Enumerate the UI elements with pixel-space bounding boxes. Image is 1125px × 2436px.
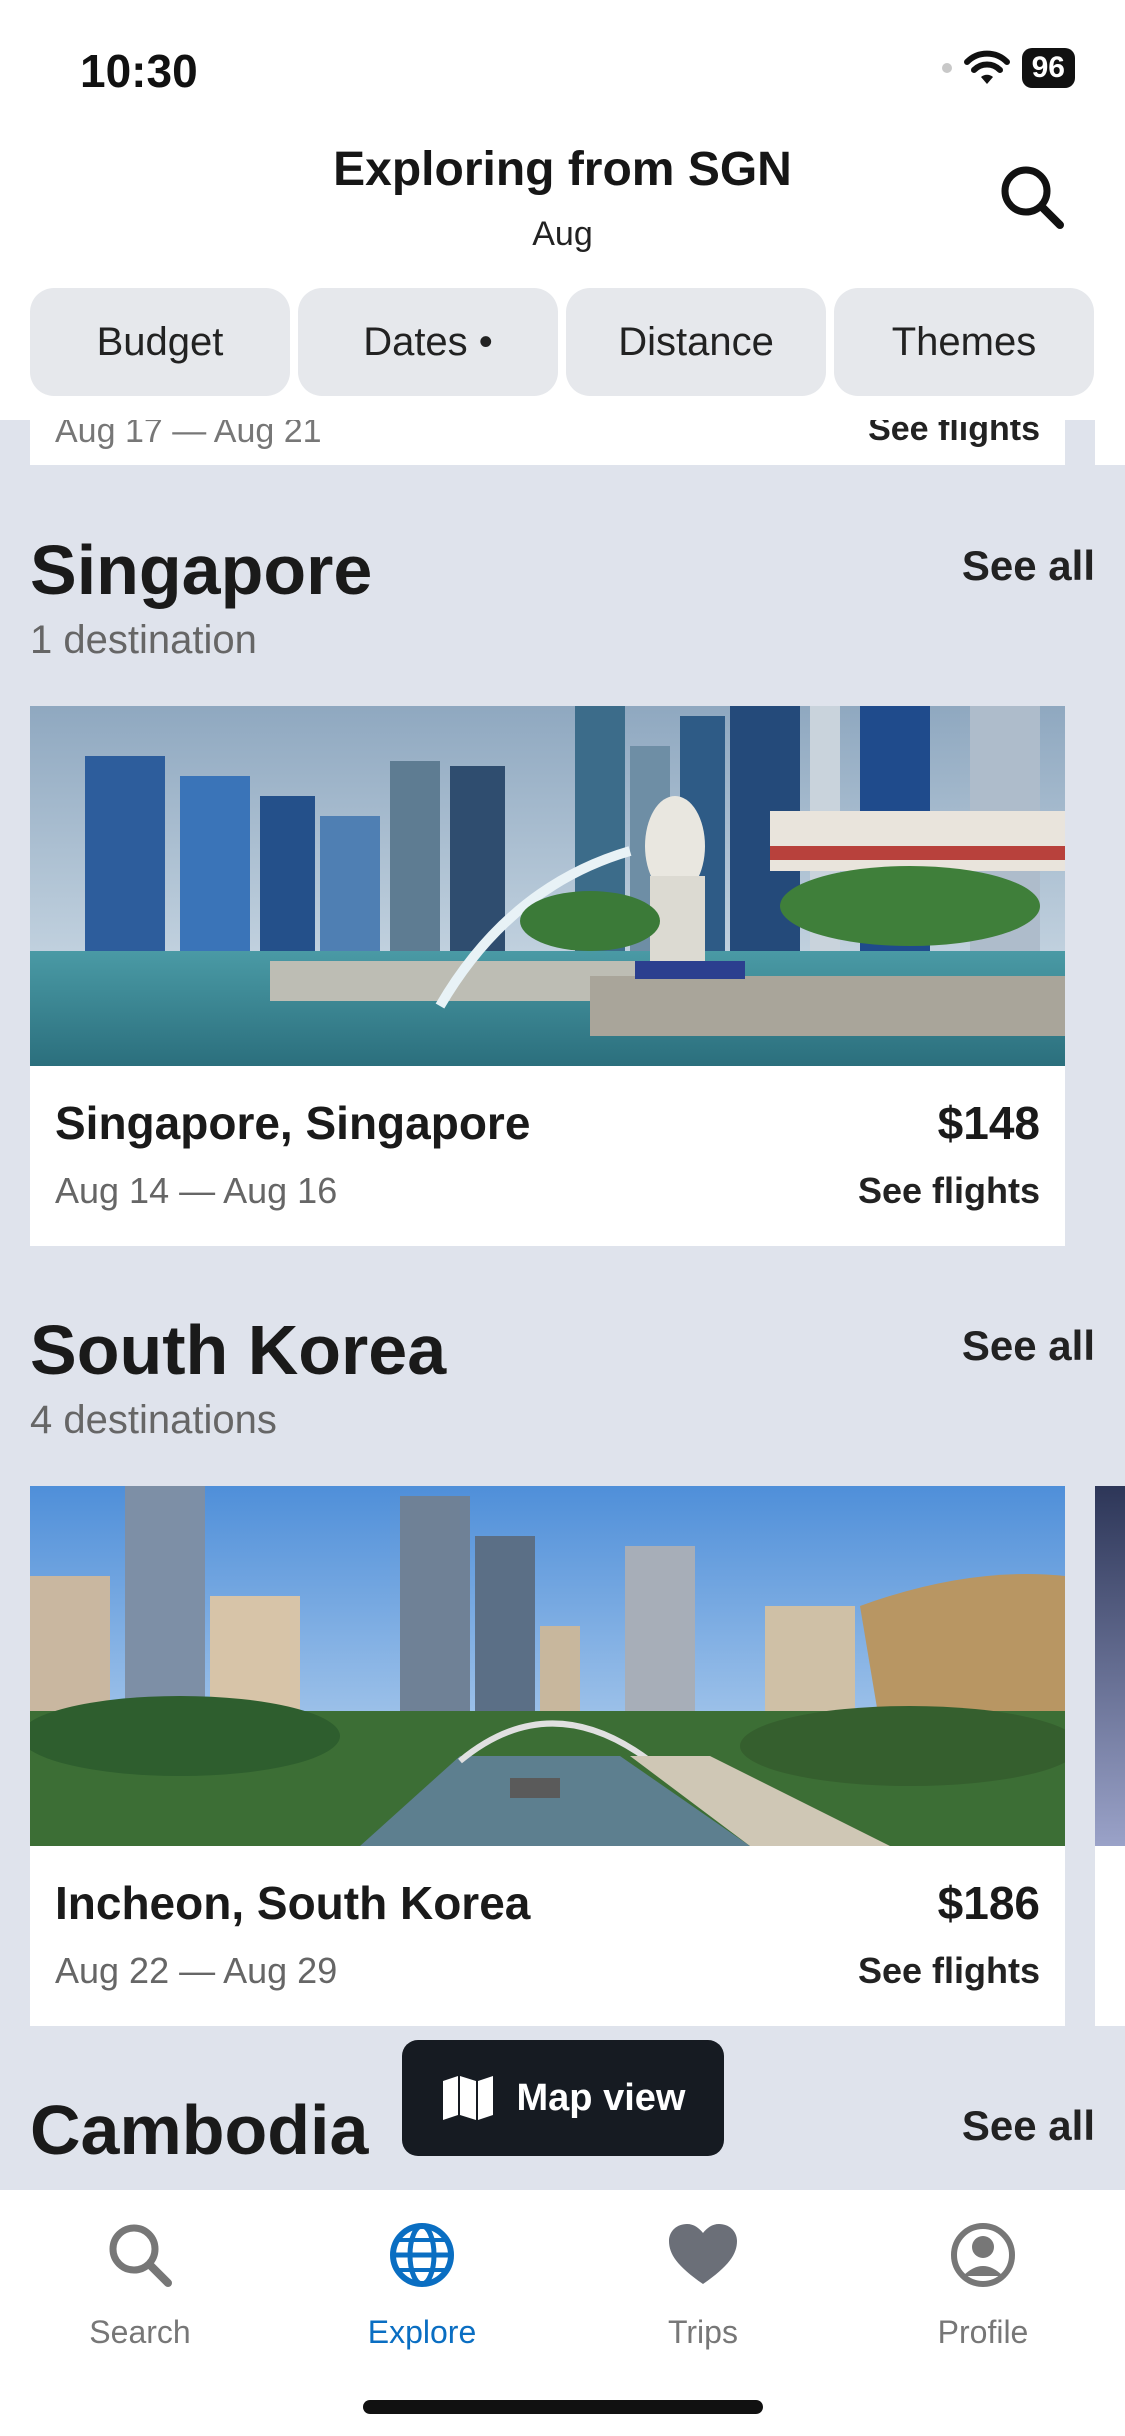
top-header: 10:30 96 Exploring from SGN Aug Budget D… <box>0 0 1125 420</box>
section-count: 4 destinations <box>30 1398 277 1442</box>
destination-price: $148 <box>937 1097 1040 1149</box>
previous-card-edge <box>1095 420 1125 465</box>
see-all-link[interactable]: See all <box>962 1322 1095 1370</box>
destination-city: Incheon, South Korea <box>55 1877 531 1929</box>
filter-distance[interactable]: Distance <box>566 288 826 396</box>
see-all-link[interactable]: See all <box>962 542 1095 590</box>
see-flights-link[interactable]: See flights <box>858 1950 1040 1992</box>
destination-card-incheon[interactable]: Incheon, South Korea Aug 22 — Aug 29 $18… <box>30 1486 1065 2026</box>
peek-dates: Aug 17 — Aug 21 <box>55 420 322 450</box>
search-icon <box>1001 166 1064 229</box>
status-time: 10:30 <box>80 45 198 97</box>
destination-photo <box>30 1486 1065 1846</box>
signal-dot-icon <box>941 63 952 73</box>
destination-photo <box>30 706 1065 1066</box>
profile-icon <box>951 2223 1015 2287</box>
section-title: Cambodia <box>30 2091 369 2169</box>
section-title: South Korea <box>30 1311 447 1389</box>
see-all-link[interactable]: See all <box>962 2102 1095 2150</box>
destination-city: Singapore, Singapore <box>55 1097 531 1149</box>
search-button[interactable] <box>997 162 1067 232</box>
tab-label: Profile <box>937 2314 1029 2350</box>
tab-label: Explore <box>367 2314 477 2350</box>
map-view-label: Map view <box>516 2076 686 2119</box>
filter-dates[interactable]: Dates • <box>298 288 558 396</box>
card-details: Incheon, South Korea Aug 22 — Aug 29 $18… <box>30 1846 1065 2026</box>
peek-see-flights[interactable]: See flights <box>868 420 1040 449</box>
filter-bar: Budget Dates • Distance Themes <box>30 288 1094 396</box>
tab-search[interactable]: Search <box>30 2210 250 2351</box>
see-flights-link[interactable]: See flights <box>858 1170 1040 1212</box>
section-singapore: Singapore 1 destination See all Singapor… <box>0 530 1125 1246</box>
destination-dates: Aug 14 — Aug 16 <box>55 1170 338 1211</box>
explore-content[interactable]: Aug 17 — Aug 21 See flights Singapore 1 … <box>0 420 1125 2190</box>
page-title: Exploring from SGN <box>333 143 792 196</box>
globe-icon <box>390 2223 454 2287</box>
tab-trips[interactable]: Trips <box>593 2210 813 2351</box>
status-indicators: 96 <box>941 48 1075 88</box>
next-card-peek[interactable] <box>1095 1486 1125 2026</box>
destination-dates: Aug 22 — Aug 29 <box>55 1950 338 1991</box>
previous-card-peek[interactable]: Aug 17 — Aug 21 See flights <box>30 420 1065 465</box>
filter-themes[interactable]: Themes <box>834 288 1094 396</box>
section-count: 1 destination <box>30 618 257 662</box>
heart-icon <box>669 2224 737 2284</box>
battery-indicator: 96 <box>1021 48 1075 88</box>
home-indicator <box>363 2400 763 2414</box>
search-icon <box>109 2224 172 2287</box>
card-details: Singapore, Singapore Aug 14 — Aug 16 $14… <box>30 1066 1065 1246</box>
tab-label: Trips <box>668 2314 738 2350</box>
map-icon <box>442 2076 493 2120</box>
tab-label: Search <box>89 2314 191 2350</box>
map-view-button[interactable]: Map view <box>402 2040 724 2156</box>
destination-card-singapore[interactable]: Singapore, Singapore Aug 14 — Aug 16 $14… <box>30 706 1065 1246</box>
tab-profile[interactable]: Profile <box>873 2210 1093 2351</box>
wifi-icon <box>963 50 1010 84</box>
page-subtitle[interactable]: Aug <box>0 215 1125 254</box>
filter-budget[interactable]: Budget <box>30 288 290 396</box>
tab-explore[interactable]: Explore <box>312 2210 532 2351</box>
next-card-photo <box>1095 1486 1125 1846</box>
destination-price: $186 <box>937 1877 1040 1929</box>
section-south-korea: South Korea 4 destinations See all Inche… <box>0 1310 1125 2026</box>
section-title: Singapore <box>30 531 373 609</box>
